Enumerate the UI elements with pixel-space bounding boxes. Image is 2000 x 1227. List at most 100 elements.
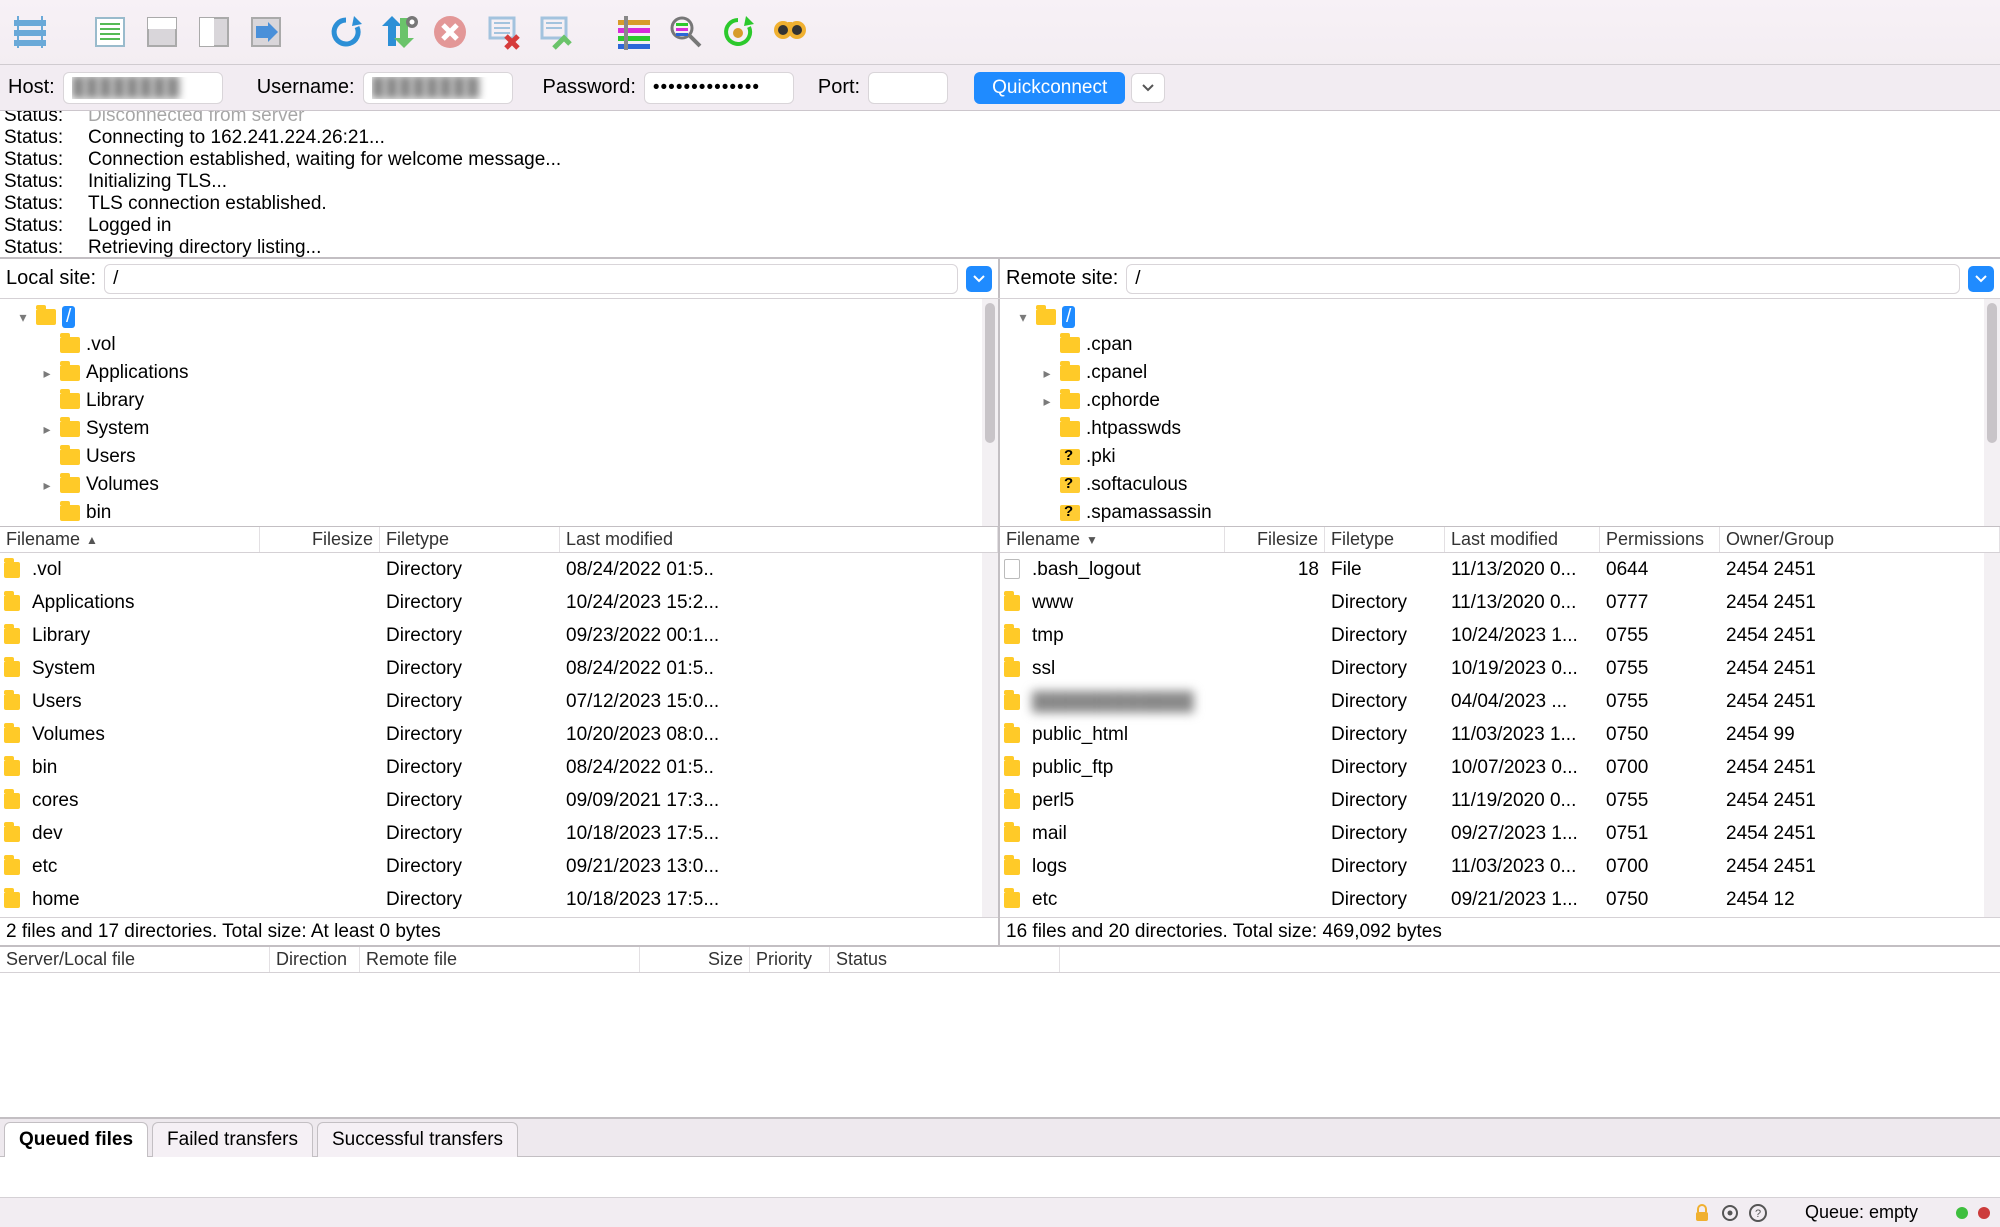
tree-item[interactable]: ▸.cpanel — [1014, 359, 2000, 387]
col-status[interactable]: Status — [830, 947, 1060, 972]
transfer-queue[interactable]: Server/Local file Direction Remote file … — [0, 947, 2000, 1119]
tree-item[interactable]: Library — [14, 387, 998, 415]
remote-list[interactable]: Filename ▼ Filesize Filetype Last modifi… — [1000, 527, 2000, 945]
tree-item[interactable]: ▸.cphorde — [1014, 387, 2000, 415]
tree-item[interactable]: ▸Applications — [14, 359, 998, 387]
search-icon[interactable] — [766, 8, 814, 56]
tree-twisty-icon[interactable]: ▸ — [38, 365, 56, 382]
tree-twisty-icon[interactable]: ▾ — [1014, 309, 1032, 326]
tree-twisty-icon[interactable]: ▸ — [1038, 365, 1056, 382]
toggle-remote-tree-icon[interactable] — [190, 8, 238, 56]
disconnect-icon[interactable] — [478, 8, 526, 56]
col-size[interactable]: Size — [640, 947, 750, 972]
local-site-dropdown[interactable] — [966, 266, 992, 292]
col-perms[interactable]: Permissions — [1600, 527, 1720, 552]
list-item[interactable]: public_htmlDirectory11/03/2023 1...07502… — [1000, 718, 2000, 751]
folder-icon — [1004, 892, 1020, 908]
list-item[interactable]: devDirectory10/18/2023 17:5... — [0, 817, 998, 850]
sync-browse-icon[interactable] — [714, 8, 762, 56]
tree-item[interactable]: .cpan — [1014, 331, 2000, 359]
tree-item[interactable]: bin — [14, 499, 998, 526]
list-item[interactable]: tmpDirectory10/24/2023 1...07552454 2451 — [1000, 619, 2000, 652]
message-log[interactable]: Status:Disconnected from serverStatus:Co… — [0, 111, 2000, 259]
quickconnect-button[interactable]: Quickconnect — [974, 72, 1125, 104]
list-item[interactable]: etcDirectory09/21/2023 13:0... — [0, 850, 998, 883]
help-icon[interactable]: ? — [1749, 1204, 1767, 1222]
remote-site-dropdown[interactable] — [1968, 266, 1994, 292]
remote-tree-scrollbar[interactable] — [1984, 299, 2000, 526]
col-direction[interactable]: Direction — [270, 947, 360, 972]
tree-twisty-icon[interactable]: ▾ — [14, 309, 32, 326]
tree-twisty-icon[interactable]: ▸ — [1038, 393, 1056, 410]
tab-failed-transfers[interactable]: Failed transfers — [152, 1122, 313, 1157]
list-item[interactable]: mailDirectory09/27/2023 1...07512454 245… — [1000, 817, 2000, 850]
list-item[interactable]: SystemDirectory08/24/2022 01:5.. — [0, 652, 998, 685]
remote-tree[interactable]: ▾/.cpan▸.cpanel▸.cphorde.htpasswds.pki.s… — [1000, 299, 2000, 526]
tree-item[interactable]: Users — [14, 443, 998, 471]
tab-queued-files[interactable]: Queued files — [4, 1122, 148, 1157]
refresh-icon[interactable] — [322, 8, 370, 56]
quickconnect-history-dropdown[interactable] — [1131, 73, 1165, 103]
list-item[interactable]: logsDirectory11/03/2023 0...07002454 245… — [1000, 850, 2000, 883]
tree-item[interactable]: ▾/ — [14, 303, 998, 331]
col-filetype[interactable]: Filetype — [380, 527, 560, 552]
lock-icon[interactable] — [1693, 1204, 1711, 1222]
col-lastmod[interactable]: Last modified — [560, 527, 998, 552]
list-item[interactable]: binDirectory08/24/2022 01:5.. — [0, 751, 998, 784]
col-filename[interactable]: Filename ▼ — [1000, 527, 1225, 552]
list-item[interactable]: sslDirectory10/19/2023 0...07552454 2451 — [1000, 652, 2000, 685]
toggle-queue-icon[interactable] — [242, 8, 290, 56]
col-filesize[interactable]: Filesize — [260, 527, 380, 552]
tree-item[interactable]: ▸Volumes — [14, 471, 998, 499]
tree-item[interactable]: .vol — [14, 331, 998, 359]
site-manager-icon[interactable] — [6, 8, 54, 56]
tree-item[interactable]: ▸System — [14, 415, 998, 443]
local-tree[interactable]: ▾/.vol▸ApplicationsLibrary▸SystemUsers▸V… — [0, 299, 1000, 526]
col-priority[interactable]: Priority — [750, 947, 830, 972]
tree-item[interactable]: .pki — [1014, 443, 2000, 471]
compare-icon[interactable] — [662, 8, 710, 56]
tree-item[interactable]: ▾/ — [1014, 303, 2000, 331]
local-list[interactable]: Filename ▲ Filesize Filetype Last modifi… — [0, 527, 1000, 945]
toggle-local-tree-icon[interactable] — [138, 8, 186, 56]
col-remote[interactable]: Remote file — [360, 947, 640, 972]
list-item[interactable]: .bash_logout18File11/13/2020 0...0644245… — [1000, 553, 2000, 586]
list-item[interactable]: ApplicationsDirectory10/24/2023 15:2... — [0, 586, 998, 619]
host-input[interactable] — [63, 72, 223, 104]
local-tree-scrollbar[interactable] — [982, 299, 998, 526]
list-item[interactable]: homeDirectory10/18/2023 17:5... — [0, 883, 998, 916]
col-filesize[interactable]: Filesize — [1225, 527, 1325, 552]
col-owner[interactable]: Owner/Group — [1720, 527, 2000, 552]
cancel-icon[interactable] — [426, 8, 474, 56]
filter-icon[interactable] — [610, 8, 658, 56]
tab-successful-transfers[interactable]: Successful transfers — [317, 1122, 518, 1157]
list-item[interactable]: ████████████Directory04/04/2023 ...07552… — [1000, 685, 2000, 718]
password-input[interactable] — [644, 72, 794, 104]
tree-item[interactable]: .softaculous — [1014, 471, 2000, 499]
list-item[interactable]: perl5Directory11/19/2020 0...07552454 24… — [1000, 784, 2000, 817]
tree-item[interactable]: .spamassassin — [1014, 499, 2000, 526]
col-lastmod[interactable]: Last modified — [1445, 527, 1600, 552]
list-item[interactable]: etcDirectory09/21/2023 1...07502454 12 — [1000, 883, 2000, 916]
local-site-input[interactable] — [104, 264, 958, 294]
tree-twisty-icon[interactable]: ▸ — [38, 477, 56, 494]
list-item[interactable]: coresDirectory09/09/2021 17:3... — [0, 784, 998, 817]
port-input[interactable] — [868, 72, 948, 104]
reconnect-icon[interactable] — [530, 8, 578, 56]
col-server[interactable]: Server/Local file — [0, 947, 270, 972]
gear-icon[interactable] — [1721, 1204, 1739, 1222]
remote-site-input[interactable] — [1126, 264, 1960, 294]
list-item[interactable]: LibraryDirectory09/23/2022 00:1... — [0, 619, 998, 652]
username-input[interactable] — [363, 72, 513, 104]
list-item[interactable]: UsersDirectory07/12/2023 15:0... — [0, 685, 998, 718]
tree-item[interactable]: .htpasswds — [1014, 415, 2000, 443]
col-filename[interactable]: Filename ▲ — [0, 527, 260, 552]
tree-twisty-icon[interactable]: ▸ — [38, 421, 56, 438]
list-item[interactable]: VolumesDirectory10/20/2023 08:0... — [0, 718, 998, 751]
toggle-log-icon[interactable] — [86, 8, 134, 56]
col-filetype[interactable]: Filetype — [1325, 527, 1445, 552]
list-item[interactable]: .volDirectory08/24/2022 01:5.. — [0, 553, 998, 586]
list-item[interactable]: public_ftpDirectory10/07/2023 0...070024… — [1000, 751, 2000, 784]
process-queue-icon[interactable] — [374, 8, 422, 56]
list-item[interactable]: wwwDirectory11/13/2020 0...07772454 2451 — [1000, 586, 2000, 619]
